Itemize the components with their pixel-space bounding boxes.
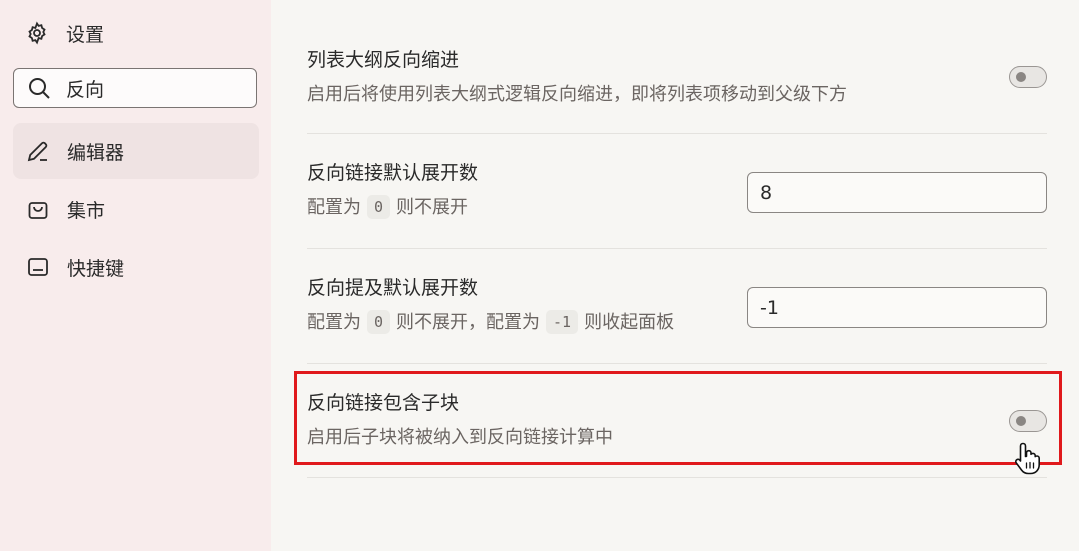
backlink-expand-count-input[interactable]: 8 bbox=[747, 172, 1047, 213]
sidebar-item-label: 编辑器 bbox=[67, 141, 125, 164]
search-box[interactable] bbox=[13, 68, 257, 108]
code-value: 0 bbox=[367, 310, 391, 334]
search-input[interactable] bbox=[66, 77, 246, 99]
sidebar-item-label: 集市 bbox=[67, 199, 106, 222]
settings-panel: 列表大纲反向缩进 启用后将使用列表大纲式逻辑反向缩进，即将列表项移动到父级下方 … bbox=[271, 0, 1079, 551]
divider bbox=[307, 248, 1047, 249]
code-value: 0 bbox=[367, 195, 391, 219]
keyboard-icon bbox=[25, 254, 51, 280]
settings-header: 设置 bbox=[24, 18, 104, 48]
desc-text: 配置为 bbox=[307, 312, 361, 333]
divider bbox=[307, 363, 1047, 364]
settings-title: 设置 bbox=[66, 23, 105, 46]
divider bbox=[307, 477, 1047, 478]
pen-icon bbox=[25, 138, 51, 164]
desc-text: 则不展开，配置为 bbox=[396, 312, 541, 333]
hand-cursor-icon bbox=[1015, 442, 1040, 475]
sidebar-item-label: 快捷键 bbox=[67, 257, 125, 280]
divider bbox=[307, 133, 1047, 134]
code-value: -1 bbox=[546, 310, 579, 334]
sidebar-item-editor[interactable]: 编辑器 bbox=[13, 123, 259, 179]
settings-sidebar: 设置 编辑器 集市 快捷键 bbox=[0, 0, 271, 551]
toggle-knob bbox=[1016, 72, 1026, 82]
search-icon bbox=[26, 75, 52, 101]
setting-description: 启用后将使用列表大纲式逻辑反向缩进，即将列表项移动到父级下方 bbox=[307, 84, 847, 105]
bag-icon bbox=[25, 196, 51, 222]
toggle-list-outline-reverse-indent[interactable] bbox=[1009, 66, 1047, 88]
desc-text: 则收起面板 bbox=[584, 312, 675, 333]
gear-icon bbox=[24, 20, 50, 46]
desc-text: 配置为 bbox=[307, 197, 361, 218]
setting-title: 列表大纲反向缩进 bbox=[307, 49, 460, 71]
highlight-box bbox=[294, 371, 1062, 465]
mention-expand-count-input[interactable]: -1 bbox=[747, 287, 1047, 328]
sidebar-item-marketplace[interactable]: 集市 bbox=[13, 181, 259, 237]
desc-text: 则不展开 bbox=[396, 197, 469, 218]
setting-list-outline-reverse-indent: 列表大纲反向缩进 启用后将使用列表大纲式逻辑反向缩进，即将列表项移动到父级下方 bbox=[307, 47, 1047, 108]
sidebar-item-shortcuts[interactable]: 快捷键 bbox=[13, 239, 259, 295]
